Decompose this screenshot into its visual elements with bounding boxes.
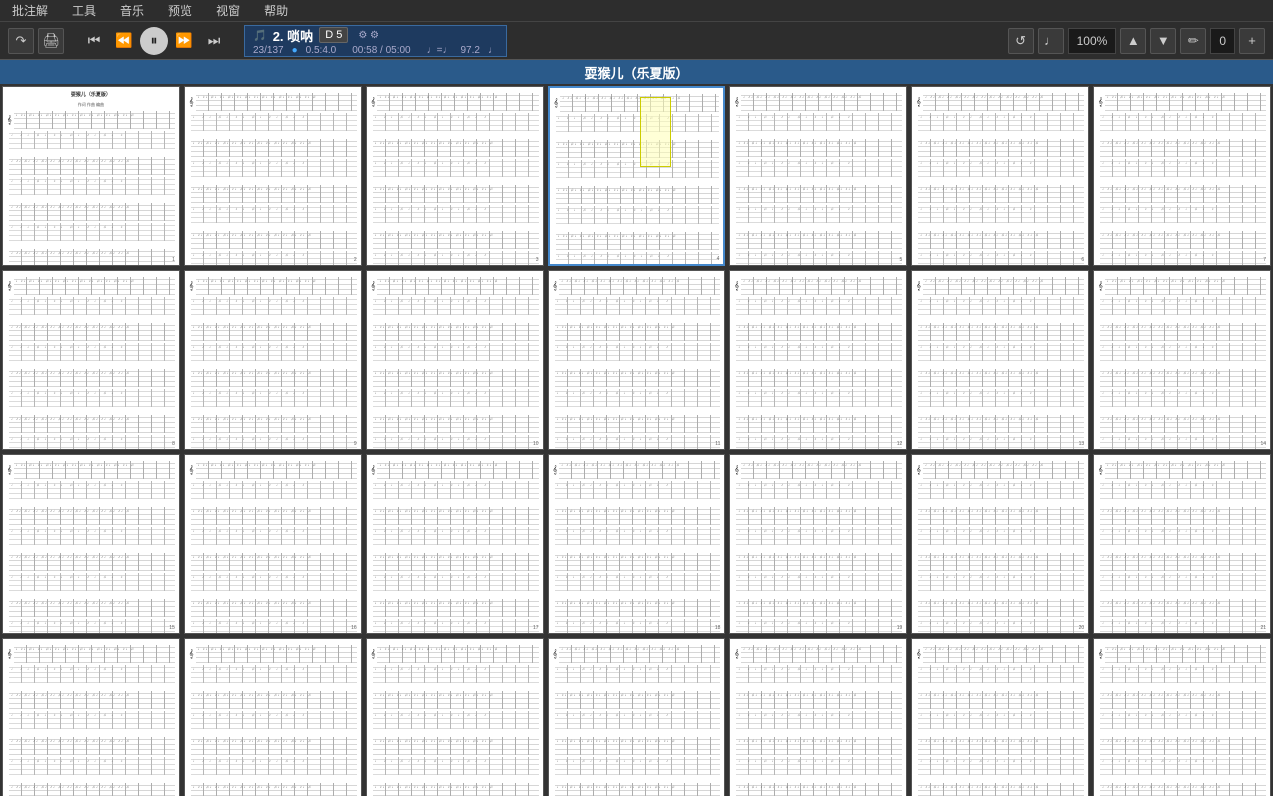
menu-help[interactable]: 帮助 <box>260 2 292 19</box>
sheet-page[interactable]: 𝄞♩♪♩♫♩♪♩♫♩♪♩♫♩♪♩♫♩♪♩♫♩♪♩♫♩♪♩♫♩ ♪ ♩ ♫ ♩ ♪… <box>1093 86 1271 266</box>
sheet-page[interactable]: 𝄞♩♪♩♫♩♪♩♫♩♪♩♫♩♪♩♫♩♪♩♫♩♪♩♫♩♪♩♫♩ ♪ ♩ ♫ ♩ ♪… <box>548 638 726 796</box>
score-title: 耍猴儿（乐夏版） <box>584 63 688 82</box>
sheet-page[interactable]: 𝄞♩♪♩♫♩♪♩♫♩♪♩♫♩♪♩♫♩♪♩♫♩♪♩♫♩♪♩♫♩ ♪ ♩ ♫ ♩ ♪… <box>366 454 544 634</box>
sheet-page[interactable]: 𝄞♩♪♩♫♩♪♩♫♩♪♩♫♩♪♩♫♩♪♩♫♩♪♩♫♩♪♩♫♩ ♪ ♩ ♫ ♩ ♪… <box>729 86 907 266</box>
right-toolbar: ↺ ♩ 100% ▲ ▼ ✏ 0 + <box>1008 28 1265 54</box>
sheet-grid: 耍猴儿（乐夏版）作词 作曲 编曲𝄞♩♪♩♫♩♪♩♫♩♪♩♫♩♪♩♫♩♪♩♫♩♪♩… <box>0 84 1273 796</box>
menu-music[interactable]: 音乐 <box>116 2 148 19</box>
instrument-badge: D 5 <box>319 27 348 43</box>
sheet-page[interactable]: 𝄞♩♪♩♫♩♪♩♫♩♪♩♫♩♪♩♫♩♪♩♫♩♪♩♫♩♪♩♫♩ ♪ ♩ ♫ ♩ ♪… <box>911 86 1089 266</box>
sheet-page[interactable]: 𝄞♩♪♩♫♩♪♩♫♩♪♩♫♩♪♩♫♩♪♩♫♩♪♩♫♩♪♩♫♩ ♪ ♩ ♫ ♩ ♪… <box>729 454 907 634</box>
toolbar: ↷ 🖨 ⏮ ⏪ ⏸ ⏩ ⏭ 🎵 2. 唢呐 D 5 ⚙ ⚙ 23/137 ● 0… <box>0 22 1273 60</box>
add-button[interactable]: + <box>1239 28 1265 54</box>
sheet-page[interactable]: 𝄞♩♪♩♫♩♪♩♫♩♪♩♫♩♪♩♫♩♪♩♫♩♪♩♫♩♪♩♫♩ ♪ ♩ ♫ ♩ ♪… <box>2 270 180 450</box>
pencil-button[interactable]: ✏ <box>1180 28 1206 54</box>
count-display: 0 <box>1210 28 1235 54</box>
sheet-page[interactable]: 耍猴儿（乐夏版）作词 作曲 编曲𝄞♩♪♩♫♩♪♩♫♩♪♩♫♩♪♩♫♩♪♩♫♩♪♩… <box>2 86 180 266</box>
sheet-page[interactable]: 𝄞♩♪♩♫♩♪♩♫♩♪♩♫♩♪♩♫♩♪♩♫♩♪♩♫♩♪♩♫♩ ♪ ♩ ♫ ♩ ♪… <box>911 454 1089 634</box>
sheet-page[interactable]: 𝄞♩♪♩♫♩♪♩♫♩♪♩♫♩♪♩♫♩♪♩♫♩♪♩♫♩♪♩♫♩ ♪ ♩ ♫ ♩ ♪… <box>548 270 726 450</box>
sheet-page[interactable]: 𝄞♩♪♩♫♩♪♩♫♩♪♩♫♩♪♩♫♩♪♩♫♩♪♩♫♩♪♩♫♩ ♪ ♩ ♫ ♩ ♪… <box>911 638 1089 796</box>
sheet-page[interactable]: 𝄞♩♪♩♫♩♪♩♫♩♪♩♫♩♪♩♫♩♪♩♫♩♪♩♫♩♪♩♫♩ ♪ ♩ ♫ ♩ ♪… <box>184 86 362 266</box>
menu-preview[interactable]: 预览 <box>164 2 196 19</box>
rewind-button[interactable]: ⏪ <box>110 27 138 55</box>
sheet-page[interactable]: 𝄞♩♪♩♫♩♪♩♫♩♪♩♫♩♪♩♫♩♪♩♫♩♪♩♫♩♪♩♫♩ ♪ ♩ ♫ ♩ ♪… <box>366 638 544 796</box>
sheet-page[interactable]: 𝄞♩♪♩♫♩♪♩♫♩♪♩♫♩♪♩♫♩♪♩♫♩♪♩♫♩♪♩♫♩ ♪ ♩ ♫ ♩ ♪… <box>1093 454 1271 634</box>
skip-forward-button[interactable]: ⏭ <box>200 27 228 55</box>
sheet-page[interactable]: 𝄞♩♪♩♫♩♪♩♫♩♪♩♫♩♪♩♫♩♪♩♫♩♪♩♫♩♪♩♫♩ ♪ ♩ ♫ ♩ ♪… <box>184 270 362 450</box>
instrument-info: 23/137 ● 0.5:4.0 00:58 / 05:00 ♩=♩ 97.2 … <box>253 45 498 56</box>
instrument-display: 🎵 2. 唢呐 D 5 ⚙ ⚙ 23/137 ● 0.5:4.0 00:58 /… <box>244 25 507 57</box>
zoom-in-button[interactable]: ▲ <box>1120 28 1146 54</box>
title-bar: 耍猴儿（乐夏版） <box>0 60 1273 84</box>
skip-back-button[interactable]: ⏮ <box>80 27 108 55</box>
zoom-display: 100% <box>1068 28 1117 54</box>
sheet-page[interactable]: 𝄞♩♪♩♫♩♪♩♫♩♪♩♫♩♪♩♫♩♪♩♫♩♪♩♫♩♪♩♫♩ ♪ ♩ ♫ ♩ ♪… <box>729 638 907 796</box>
fast-forward-button[interactable]: ⏩ <box>170 27 198 55</box>
sheet-page[interactable]: 𝄞♩♪♩♫♩♪♩♫♩♪♩♫♩♪♩♫♩♪♩♫♩♪♩♫♩♪♩♫♩ ♪ ♩ ♫ ♩ ♪… <box>1093 270 1271 450</box>
sheet-page[interactable]: 𝄞♩♪♩♫♩♪♩♫♩♪♩♫♩♪♩♫♩♪♩♫♩♪♩♫♩♪♩♫♩ ♪ ♩ ♫ ♩ ♪… <box>1093 638 1271 796</box>
sheet-page[interactable]: 𝄞♩♪♩♫♩♪♩♫♩♪♩♫♩♪♩♫♩♪♩♫♩♪♩♫♩♪♩♫♩ ♪ ♩ ♫ ♩ ♪… <box>366 86 544 266</box>
menu-annotate[interactable]: 批注解 <box>8 2 52 19</box>
sheet-page[interactable]: 𝄞♩♪♩♫♩♪♩♫♩♪♩♫♩♪♩♫♩♪♩♫♩♪♩♫♩♪♩♫♩ ♪ ♩ ♫ ♩ ♪… <box>729 270 907 450</box>
instrument-name: 2. 唢呐 <box>273 26 313 45</box>
redo-button[interactable]: ↷ <box>8 28 34 54</box>
print-button[interactable]: 🖨 <box>38 28 64 54</box>
sheet-page[interactable]: 𝄞♩♪♩♫♩♪♩♫♩♪♩♫♩♪♩♫♩♪♩♫♩♪♩♫♩♪♩♫♩ ♪ ♩ ♫ ♩ ♪… <box>548 454 726 634</box>
menu-bar: 批注解 工具 音乐 预览 视窗 帮助 <box>0 0 1273 22</box>
sheet-page[interactable]: 𝄞♩♪♩♫♩♪♩♫♩♪♩♫♩♪♩♫♩♪♩♫♩♪♩♫♩♪♩♫♩ ♪ ♩ ♫ ♩ ♪… <box>366 270 544 450</box>
sheet-page[interactable]: 𝄞♩♪♩♫♩♪♩♫♩♪♩♫♩♪♩♫♩♪♩♫♩♪♩♫♩♪♩♫♩ ♪ ♩ ♫ ♩ ♪… <box>2 454 180 634</box>
menu-window[interactable]: 视窗 <box>212 2 244 19</box>
sheet-page[interactable]: 𝄞♩♪♩♫♩♪♩♫♩♪♩♫♩♪♩♫♩♪♩♫♩♪♩♫♩♪♩♫♩ ♪ ♩ ♫ ♩ ♪… <box>911 270 1089 450</box>
sheet-page[interactable]: 𝄞♩♪♩♫♩♪♩♫♩♪♩♫♩♪♩♫♩♪♩♫♩♪♩♫♩♪♩♫♩ ♪ ♩ ♫ ♩ ♪… <box>184 638 362 796</box>
sheet-page[interactable]: 𝄞♩♪♩♫♩♪♩♫♩♪♩♫♩♪♩♫♩♪♩♫♩♪♩♫♩♪♩♫♩ ♪ ♩ ♫ ♩ ♪… <box>548 86 726 266</box>
sheet-page[interactable]: 𝄞♩♪♩♫♩♪♩♫♩♪♩♫♩♪♩♫♩♪♩♫♩♪♩♫♩♪♩♫♩ ♪ ♩ ♫ ♩ ♪… <box>2 638 180 796</box>
loop-button[interactable]: ↺ <box>1008 28 1034 54</box>
transport-controls: ⏮ ⏪ ⏸ ⏩ ⏭ <box>80 27 228 55</box>
note-button[interactable]: ♩ <box>1038 28 1064 54</box>
sheet-page[interactable]: 𝄞♩♪♩♫♩♪♩♫♩♪♩♫♩♪♩♫♩♪♩♫♩♪♩♫♩♪♩♫♩ ♪ ♩ ♫ ♩ ♪… <box>184 454 362 634</box>
zoom-out-button[interactable]: ▼ <box>1150 28 1176 54</box>
menu-tools[interactable]: 工具 <box>68 2 100 19</box>
play-pause-button[interactable]: ⏸ <box>140 27 168 55</box>
